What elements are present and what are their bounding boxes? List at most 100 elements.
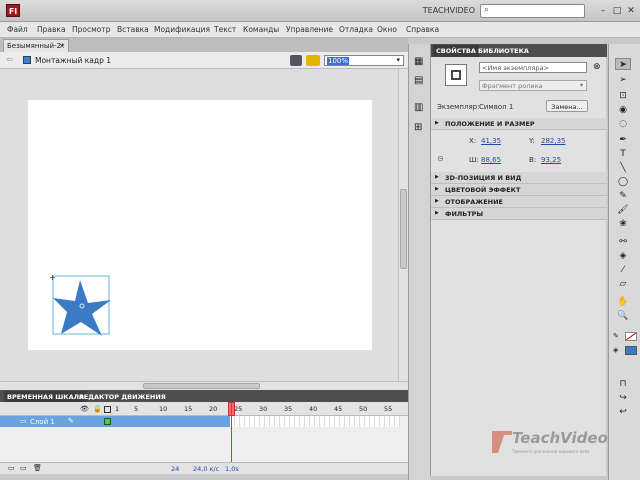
smooth-icon[interactable]: ↪ [615,392,631,404]
h-value[interactable]: 93,25 [541,156,561,164]
chevron-down-icon: ▾ [579,81,583,89]
link-icon[interactable]: ⊖ [437,154,444,163]
vertical-scrollbar[interactable] [398,69,408,381]
w-value[interactable]: 88,65 [481,156,501,164]
menu-view[interactable]: Просмотр [72,25,111,34]
new-layer-icon[interactable]: ▭ [8,464,15,472]
section-3d-position[interactable]: 3D-ПОЗИЦИЯ И ВИД [431,172,607,184]
search-input[interactable]: ⌕ [480,4,585,18]
menu-help[interactable]: Справка [406,25,439,34]
workspace-name[interactable]: TEACHVIDEO [395,6,475,15]
edit-scene-icon[interactable] [290,55,302,66]
menu-edit[interactable]: Правка [37,25,66,34]
stage[interactable]: + [28,100,372,350]
current-frame[interactable]: 24 [171,465,179,473]
fill-bucket-icon: ◈ [613,346,619,354]
pencil-tool-icon[interactable]: ✎ [615,190,631,202]
oval-tool-icon[interactable]: ◯ [615,176,631,188]
menu-window[interactable]: Окно [377,25,397,34]
registration-point-icon: + [49,273,56,282]
section-position-size[interactable]: ПОЛОЖЕНИЕ И РАЗМЕР [431,118,607,130]
tab-library[interactable]: БИБЛИОТЕКА [475,45,532,57]
symbol-type-select[interactable]: Фрагмент ролика ▾ [479,80,587,91]
section-display[interactable]: ОТОБРАЖЕНИЕ [431,196,607,208]
swatches-panel-icon[interactable]: ▤ [414,75,423,86]
hand-tool-icon[interactable]: ✋ [615,296,631,308]
zoom-tool-icon[interactable]: 🔍 [615,310,631,322]
outline-icon[interactable] [104,406,111,413]
transform-panel-icon[interactable]: ⊞ [414,122,422,133]
back-arrow-icon[interactable]: ⇦ [6,55,13,64]
document-tab-title: Безымянный-2* [7,42,65,50]
close-icon[interactable]: ✕ [625,5,637,17]
frame-cells[interactable] [230,416,400,427]
instance-name-field[interactable]: <Имя экземпляра> [479,62,587,73]
menu-commands[interactable]: Команды [243,25,279,34]
frame-number: 1 [115,405,120,413]
subselection-tool-icon[interactable]: ➢ [615,74,631,86]
x-value[interactable]: 41,35 [481,137,501,145]
free-transform-tool-icon[interactable]: ⊡ [615,90,631,102]
layer-name[interactable]: Слой 1 [30,418,55,426]
properties-tabs: СВОЙСТВА БИБЛИОТЕКА [431,44,607,57]
scrollbar-thumb[interactable] [143,383,260,389]
y-value[interactable]: 282,35 [541,137,566,145]
layer-row[interactable]: ▭ Слой 1 ✎ [0,416,230,427]
menu-control[interactable]: Управление [286,25,333,34]
instance-value: Символ 1 [479,103,514,111]
watermark: TeachVideo Тренинги для знаний мирового … [490,425,610,465]
delete-layer-icon[interactable]: 🗑 [33,464,42,472]
timeline-footer: ▭ ▭ 🗑 24 24,0 к/с 1,0s [0,462,408,474]
tab-motion-editor[interactable]: РЕДАКТОР ДВИЖЕНИЯ [76,391,169,402]
eraser-tool-icon[interactable]: ▱ [615,278,631,290]
align-panel-icon[interactable]: ▥ [414,102,423,113]
brush-tool-icon[interactable]: 🖌 [615,204,631,216]
lasso-tool-icon[interactable]: ◌ [615,118,631,130]
fill-color-swatch[interactable] [625,346,637,355]
title-bar: Fl TEACHVIDEO ⌕ – □ ✕ [0,0,640,22]
selection-tool-icon[interactable]: ➤ [615,58,631,70]
eyedropper-tool-icon[interactable]: ⁄ [615,264,631,276]
pen-tool-icon[interactable]: ✒ [615,134,631,146]
bone-tool-icon[interactable]: ⚯ [615,236,631,248]
lock-icon[interactable]: 🔒 [93,405,102,413]
swap-button[interactable]: Замена... [546,100,588,112]
menu-insert[interactable]: Вставка [117,25,149,34]
timeline-layers: ▭ Слой 1 ✎ [0,402,408,462]
section-color-effect[interactable]: ЦВЕТОВОЙ ЭФФЕКТ [431,184,607,196]
zoom-select[interactable]: 100% ▾ [324,55,404,66]
deco-tool-icon[interactable]: ❀ [615,218,631,230]
eye-icon[interactable]: 👁 [80,405,89,413]
document-tab[interactable]: Безымянный-2* × [3,39,69,52]
section-label: ЦВЕТОВОЙ ЭФФЕКТ [445,186,521,194]
menu-debug[interactable]: Отладка [339,25,373,34]
tab-timeline[interactable]: ВРЕМЕННАЯ ШКАЛА [4,391,88,402]
snap-magnet-icon[interactable]: ⊓ [615,378,631,390]
horizontal-scrollbar[interactable] [0,381,408,390]
color-panel-icon[interactable]: ▦ [414,56,423,67]
maximize-icon[interactable]: □ [611,5,623,17]
line-tool-icon[interactable]: ╲ [615,162,631,174]
text-tool-icon[interactable]: T [615,148,631,160]
close-tab-icon[interactable]: × [59,42,65,50]
minimize-icon[interactable]: – [597,5,609,17]
tab-properties[interactable]: СВОЙСТВА [433,45,479,57]
help-icon[interactable]: ⊗ [593,62,601,72]
straighten-icon[interactable]: ↩ [615,406,631,418]
menu-text[interactable]: Текст [214,25,236,34]
edit-bar: ⇦ Монтажный кадр 1 100% ▾ [0,52,408,69]
paint-bucket-tool-icon[interactable]: ◈ [615,250,631,262]
stroke-color-swatch[interactable] [625,332,637,341]
new-folder-icon[interactable]: ▭ [20,464,27,472]
menu-file[interactable]: Файл [7,25,28,34]
watermark-brand: TeachVideo [512,429,608,447]
menu-modify[interactable]: Модификация [154,25,210,34]
edit-symbols-icon[interactable] [306,55,320,66]
3d-rotation-tool-icon[interactable]: ◉ [615,104,631,116]
scrollbar-thumb[interactable] [400,189,407,269]
frame-rate[interactable]: 24,0 к/с [193,465,219,473]
scene-label[interactable]: Монтажный кадр 1 [35,56,111,65]
section-filters[interactable]: ФИЛЬТРЫ [431,208,607,220]
layer-color-icon[interactable] [104,418,111,425]
search-icon: ⌕ [484,5,490,15]
